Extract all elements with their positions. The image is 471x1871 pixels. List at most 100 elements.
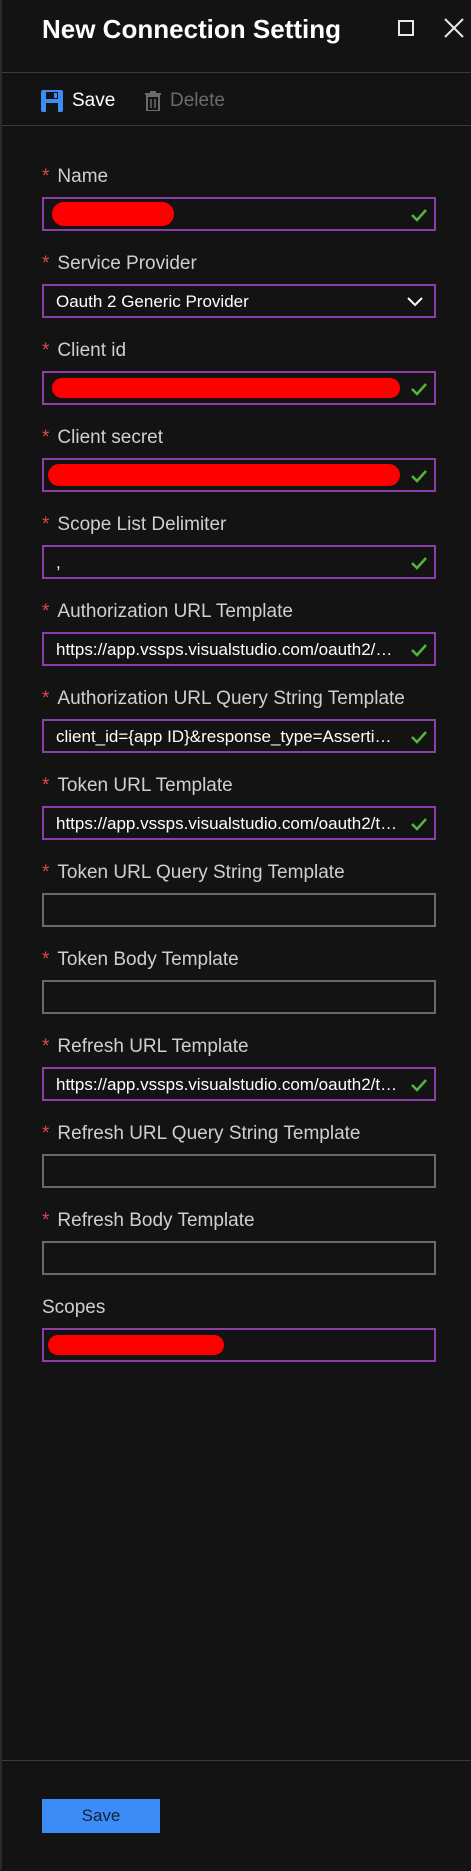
field-label: * Token URL Query String Template (42, 861, 436, 885)
field-label-text: Scope List Delimiter (57, 514, 227, 535)
field-label-text: Service Provider (57, 253, 197, 274)
field-refresh-body-template: * Refresh Body Template (42, 1209, 436, 1275)
redaction-mark (52, 378, 400, 398)
field-label: * Refresh Body Template (42, 1209, 436, 1233)
field-label: * Refresh URL Template (42, 1035, 436, 1059)
field-label: * Token URL Template (42, 774, 436, 798)
save-icon (41, 90, 63, 112)
field-authorization-url-template: * Authorization URL Template https://app.… (42, 600, 436, 666)
field-label-text: Client id (57, 340, 127, 361)
redaction-mark (48, 1335, 224, 1355)
scope-delimiter-input[interactable]: , (42, 545, 436, 579)
field-label: * Name (42, 165, 436, 189)
page-title: New Connection Setting (42, 14, 341, 44)
check-icon (411, 644, 427, 657)
field-authorization-query-template: * Authorization URL Query String Template… (42, 687, 436, 753)
field-scopes: Scopes (42, 1296, 436, 1362)
client-secret-input[interactable] (42, 458, 436, 492)
token-query-input[interactable] (42, 893, 436, 927)
check-icon (411, 731, 427, 744)
field-service-provider: * Service Provider Oauth 2 Generic Provid… (42, 252, 436, 318)
required-marker: * (42, 340, 50, 361)
service-provider-select[interactable]: Oauth 2 Generic Provider (42, 284, 436, 318)
required-marker: * (42, 253, 50, 274)
field-label-text: Refresh Body Template (57, 1210, 255, 1231)
required-marker: * (42, 688, 50, 709)
field-label: * Token Body Template (42, 948, 436, 972)
field-label-text: Authorization URL Query String Template (57, 688, 405, 709)
field-label: * Scope List Delimiter (42, 513, 436, 537)
required-marker: * (42, 601, 50, 622)
field-label-text: Authorization URL Template (57, 601, 293, 622)
toolbar-save-label: Save (72, 90, 116, 111)
field-label-text: Refresh URL Template (57, 1036, 249, 1057)
check-icon (411, 209, 427, 222)
redaction-mark (52, 202, 174, 226)
required-marker: * (42, 1036, 50, 1057)
name-input[interactable] (42, 197, 436, 231)
token-body-input[interactable] (42, 980, 436, 1014)
field-label-text: Scopes (42, 1297, 106, 1318)
field-client-id: * Client id (42, 339, 436, 405)
field-label-text: Token URL Template (57, 775, 233, 796)
field-label: * Service Provider (42, 252, 436, 276)
input-value: https://app.vssps.visualstudio.com/oauth… (56, 814, 400, 833)
toolbar-delete-button[interactable]: Delete (144, 87, 225, 115)
check-icon (411, 470, 427, 483)
required-marker: * (42, 862, 50, 883)
required-marker: * (42, 427, 50, 448)
check-icon (411, 818, 427, 831)
required-marker: * (42, 775, 50, 796)
check-icon (411, 383, 427, 396)
refresh-url-input[interactable]: https://app.vssps.visualstudio.com/oauth… (42, 1067, 436, 1101)
field-token-query-template: * Token URL Query String Template (42, 861, 436, 927)
field-client-secret: * Client secret (42, 426, 436, 492)
field-refresh-query-template: * Refresh URL Query String Template (42, 1122, 436, 1188)
required-marker: * (42, 166, 50, 187)
title-bar: New Connection Setting (2, 0, 471, 73)
token-url-input[interactable]: https://app.vssps.visualstudio.com/oauth… (42, 806, 436, 840)
check-icon (411, 557, 427, 570)
input-value: Oauth 2 Generic Provider (56, 292, 249, 311)
authorization-query-input[interactable]: client_id={app ID}&response_type=Asserti… (42, 719, 436, 753)
refresh-query-input[interactable] (42, 1154, 436, 1188)
toolbar-delete-label: Delete (170, 90, 225, 111)
field-label-text: Token Body Template (57, 949, 239, 970)
input-value: https://app.vssps.visualstudio.com/oauth… (56, 1075, 400, 1094)
field-label: Scopes (42, 1296, 436, 1320)
field-refresh-url-template: * Refresh URL Template https://app.vssps.… (42, 1035, 436, 1101)
input-value: , (56, 553, 61, 572)
field-scope-list-delimiter: * Scope List Delimiter , (42, 513, 436, 579)
field-label: * Authorization URL Query String Template (42, 687, 436, 711)
check-icon (411, 1079, 427, 1092)
client-id-input[interactable] (42, 371, 436, 405)
field-label-text: Name (57, 166, 109, 187)
input-value: https://app.vssps.visualstudio.com/oauth… (56, 640, 400, 659)
field-name: * Name (42, 165, 436, 231)
field-label: * Refresh URL Query String Template (42, 1122, 436, 1146)
blade-panel: New Connection Setting Save Delete * Nam… (0, 0, 471, 1870)
chevron-down-icon (407, 297, 423, 307)
field-label-text: Token URL Query String Template (57, 862, 345, 883)
field-label: * Authorization URL Template (42, 600, 436, 624)
field-token-url-template: * Token URL Template https://app.vssps.vi… (42, 774, 436, 840)
required-marker: * (42, 514, 50, 535)
field-label: * Client secret (42, 426, 436, 450)
maximize-icon[interactable] (398, 20, 414, 36)
close-icon[interactable] (442, 16, 466, 40)
required-marker: * (42, 949, 50, 970)
scopes-input[interactable] (42, 1328, 436, 1362)
redaction-mark (48, 464, 400, 486)
field-label: * Client id (42, 339, 436, 363)
save-button[interactable]: Save (42, 1799, 160, 1833)
command-bar: Save Delete (2, 73, 471, 126)
toolbar-save-button[interactable]: Save (40, 87, 115, 115)
refresh-body-input[interactable] (42, 1241, 436, 1275)
required-marker: * (42, 1123, 50, 1144)
field-token-body-template: * Token Body Template (42, 948, 436, 1014)
field-label-text: Refresh URL Query String Template (57, 1123, 361, 1144)
field-label-text: Client secret (57, 427, 164, 448)
footer: Save (2, 1760, 471, 1871)
authorization-url-input[interactable]: https://app.vssps.visualstudio.com/oauth… (42, 632, 436, 666)
required-marker: * (42, 1210, 50, 1231)
